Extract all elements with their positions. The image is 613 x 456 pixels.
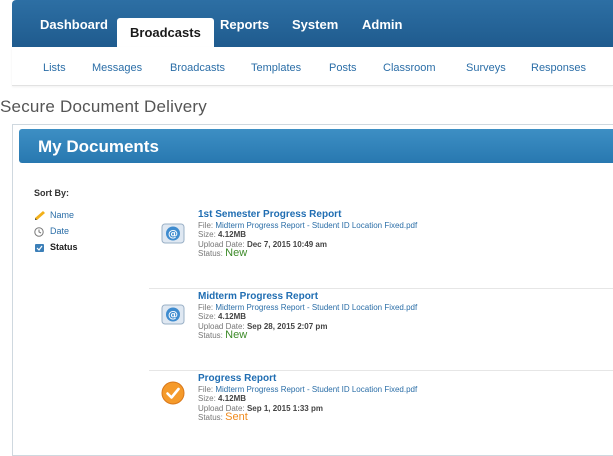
panel-title: My Documents: [38, 137, 159, 156]
tab-dashboard[interactable]: Dashboard: [40, 0, 108, 47]
document-file-link[interactable]: Midterm Progress Report - Student ID Loc…: [215, 221, 417, 230]
document-title[interactable]: Progress Report: [198, 374, 417, 384]
sub-nav-bar: Lists Messages Broadcasts Templates Post…: [12, 47, 613, 86]
sort-status-label: Status: [50, 242, 78, 252]
check-circle-icon: [161, 381, 185, 405]
tab-system[interactable]: System: [292, 0, 338, 47]
tab-reports[interactable]: Reports: [220, 0, 269, 47]
status-label: Status:: [198, 331, 223, 340]
subnav-responses[interactable]: Responses: [531, 47, 586, 89]
document-upload-date: Dec 7, 2015 10:49 am: [246, 239, 327, 249]
subnav-classroom[interactable]: Classroom: [383, 47, 436, 89]
document-item: @ 1st Semester Progress Report File: Mid…: [149, 210, 613, 289]
file-label: File:: [198, 302, 214, 312]
document-title[interactable]: Midterm Progress Report: [198, 292, 417, 302]
document-upload-date: Sep 28, 2015 2:07 pm: [246, 321, 328, 331]
status-badge: Sent: [225, 411, 248, 423]
panel-header: My Documents: [19, 129, 613, 163]
subnav-broadcasts[interactable]: Broadcasts: [170, 47, 225, 89]
page-title: Secure Document Delivery: [0, 97, 207, 116]
document-title[interactable]: 1st Semester Progress Report: [198, 210, 417, 220]
documents-panel: My Documents Sort By: Name Date Status @…: [12, 124, 613, 456]
svg-text:@: @: [168, 229, 178, 240]
subnav-lists[interactable]: Lists: [43, 47, 66, 89]
document-item: @ Midterm Progress Report File: Midterm …: [149, 292, 613, 371]
document-size: 4.12MB: [218, 312, 247, 321]
document-upload-date: Sep 1, 2015 1:33 pm: [246, 403, 323, 413]
sort-by-date[interactable]: Date: [34, 226, 69, 238]
email-at-icon: @: [161, 222, 185, 246]
size-label: Size:: [198, 312, 216, 321]
status-label: Status:: [198, 249, 223, 258]
top-nav-bar: Dashboard Broadcasts Reports System Admi…: [12, 0, 613, 47]
document-size: 4.12MB: [218, 394, 247, 403]
tab-admin[interactable]: Admin: [362, 0, 402, 47]
sort-date-label: Date: [50, 226, 70, 236]
status-icon: [34, 243, 46, 253]
status-badge: New: [225, 329, 248, 341]
status-badge: New: [225, 247, 248, 259]
document-size: 4.12MB: [218, 230, 247, 239]
document-item: Progress Report File: Midterm Progress R…: [149, 374, 613, 452]
clock-icon: [34, 226, 46, 237]
file-label: File:: [198, 384, 214, 394]
size-label: Size:: [198, 394, 216, 403]
tab-broadcasts[interactable]: Broadcasts: [117, 18, 214, 47]
subnav-messages[interactable]: Messages: [92, 47, 142, 89]
svg-text:@: @: [168, 310, 178, 321]
sort-by-status[interactable]: Status: [34, 242, 78, 254]
email-at-icon: @: [161, 303, 185, 327]
subnav-templates[interactable]: Templates: [251, 47, 301, 89]
document-file-link[interactable]: Midterm Progress Report - Student ID Loc…: [215, 303, 417, 312]
status-label: Status:: [198, 413, 223, 422]
file-label: File:: [198, 220, 214, 230]
sort-by-label: Sort By:: [34, 188, 70, 198]
sort-name-label: Name: [50, 210, 75, 220]
document-file-link[interactable]: Midterm Progress Report - Student ID Loc…: [215, 385, 417, 394]
pencil-icon: [34, 210, 46, 221]
subnav-posts[interactable]: Posts: [329, 47, 357, 89]
subnav-surveys[interactable]: Surveys: [466, 47, 506, 89]
size-label: Size:: [198, 230, 216, 239]
sort-by-name[interactable]: Name: [34, 210, 74, 222]
